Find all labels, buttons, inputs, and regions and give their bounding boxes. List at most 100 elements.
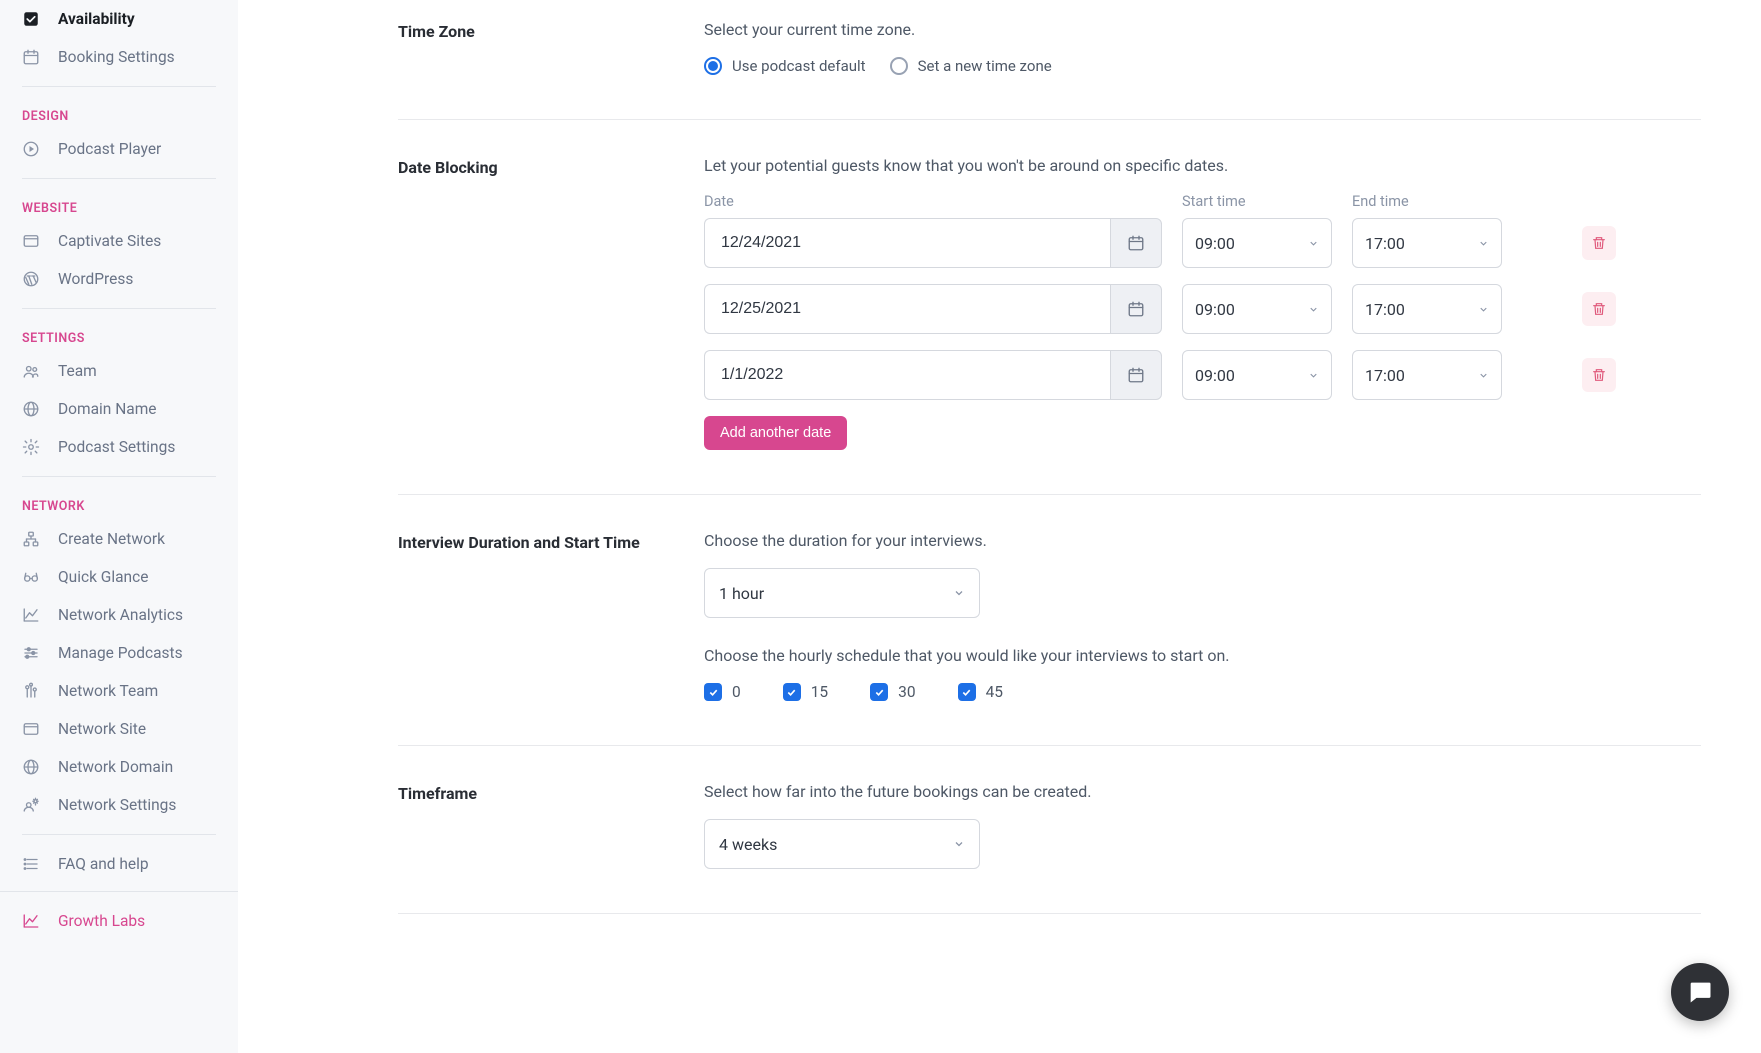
- calendar-icon: [22, 48, 44, 66]
- sidebar-item-label: Availability: [58, 10, 135, 28]
- slot-label: 0: [732, 683, 741, 701]
- sidebar-item-label: Growth Labs: [58, 912, 145, 930]
- end-time-select[interactable]: 17:00: [1352, 350, 1502, 400]
- date-blocking-section: Date Blocking Let your potential guests …: [398, 120, 1701, 495]
- sidebar-divider: [22, 308, 216, 309]
- header-end-time: End time: [1352, 193, 1502, 210]
- gear-icon: [22, 438, 44, 456]
- add-date-button[interactable]: Add another date: [704, 416, 847, 450]
- radio-unchecked-icon: [890, 57, 908, 75]
- timezone-radio-default-label: Use podcast default: [732, 57, 866, 75]
- slot-label: 30: [898, 683, 915, 701]
- sliders-icon: [22, 644, 44, 662]
- chevron-down-icon: [953, 838, 965, 850]
- date-input[interactable]: [704, 350, 1110, 400]
- sidebar-item-label: Network Analytics: [58, 606, 183, 624]
- chart-growth-icon: [22, 912, 44, 930]
- sidebar-item-label: Domain Name: [58, 400, 157, 418]
- sidebar-item-label: Quick Glance: [58, 568, 148, 586]
- date-input[interactable]: [704, 218, 1110, 268]
- checkbox-checked-icon: [958, 683, 976, 701]
- slot-checkbox-30[interactable]: 30: [870, 683, 915, 701]
- delete-date-button[interactable]: [1582, 292, 1616, 326]
- globe-icon: [22, 400, 44, 418]
- slot-checkbox-0[interactable]: 0: [704, 683, 741, 701]
- main-content: Time Zone Select your current time zone.…: [238, 0, 1761, 1053]
- sidebar-item-domain-name[interactable]: Domain Name: [0, 390, 238, 428]
- sidebar-item-network-analytics[interactable]: Network Analytics: [0, 596, 238, 634]
- glasses-icon: [22, 568, 44, 586]
- sidebar-item-manage-podcasts[interactable]: Manage Podcasts: [0, 634, 238, 672]
- people-group-icon: [22, 682, 44, 700]
- calendar-picker-button[interactable]: [1110, 284, 1162, 334]
- slot-label: 45: [986, 683, 1003, 701]
- timezone-radio-default[interactable]: Use podcast default: [704, 57, 866, 75]
- chevron-down-icon: [1308, 238, 1319, 249]
- duration-section: Interview Duration and Start Time Choose…: [398, 495, 1701, 746]
- gear-users-icon: [22, 796, 44, 814]
- start-time-value: 09:00: [1195, 366, 1235, 385]
- sidebar-item-label: WordPress: [58, 270, 133, 288]
- sidebar-item-label: FAQ and help: [58, 855, 149, 873]
- sidebar-item-captivate-sites[interactable]: Captivate Sites: [0, 222, 238, 260]
- radio-checked-icon: [704, 57, 722, 75]
- play-circle-icon: [22, 140, 44, 158]
- chevron-down-icon: [953, 587, 965, 599]
- chart-line-icon: [22, 606, 44, 624]
- sidebar-item-label: Network Team: [58, 682, 158, 700]
- chat-launcher-button[interactable]: [1671, 963, 1729, 1021]
- checkbox-checked-icon: [870, 683, 888, 701]
- timeframe-help: Select how far into the future bookings …: [704, 782, 1701, 801]
- globe-icon: [22, 758, 44, 776]
- sidebar-item-network-team[interactable]: Network Team: [0, 672, 238, 710]
- start-time-value: 09:00: [1195, 300, 1235, 319]
- date-block-row: 09:00 17:00: [704, 218, 1701, 268]
- sidebar-item-growth-labs[interactable]: Growth Labs: [0, 891, 238, 950]
- sidebar-item-quick-glance[interactable]: Quick Glance: [0, 558, 238, 596]
- end-time-value: 17:00: [1365, 234, 1405, 253]
- date-input[interactable]: [704, 284, 1110, 334]
- sidebar-item-podcast-settings[interactable]: Podcast Settings: [0, 428, 238, 466]
- sidebar-item-availability[interactable]: Availability: [0, 0, 238, 38]
- sidebar-item-label: Network Domain: [58, 758, 173, 776]
- sidebar-item-label: Network Settings: [58, 796, 176, 814]
- start-time-select[interactable]: 09:00: [1182, 218, 1332, 268]
- calendar-picker-button[interactable]: [1110, 218, 1162, 268]
- slot-checkbox-45[interactable]: 45: [958, 683, 1003, 701]
- sidebar-item-faq[interactable]: FAQ and help: [0, 845, 238, 883]
- sidebar-divider: [22, 476, 216, 477]
- wordpress-icon: [22, 270, 44, 288]
- timezone-radio-new[interactable]: Set a new time zone: [890, 57, 1052, 75]
- chevron-down-icon: [1478, 304, 1489, 315]
- sidebar-item-team[interactable]: Team: [0, 352, 238, 390]
- sidebar-item-booking-settings[interactable]: Booking Settings: [0, 38, 238, 76]
- header-start-time: Start time: [1182, 193, 1332, 210]
- sidebar-item-label: Podcast Settings: [58, 438, 175, 456]
- sidebar-divider: [22, 834, 216, 835]
- sidebar: AvailabilityBooking SettingsDESIGNPodcas…: [0, 0, 238, 1053]
- delete-date-button[interactable]: [1582, 358, 1616, 392]
- users-icon: [22, 362, 44, 380]
- delete-date-button[interactable]: [1582, 226, 1616, 260]
- window-icon: [22, 232, 44, 250]
- duration-select[interactable]: 1 hour: [704, 568, 980, 618]
- sidebar-section-header: SETTINGS: [0, 319, 238, 352]
- end-time-select[interactable]: 17:00: [1352, 284, 1502, 334]
- sidebar-item-create-network[interactable]: Create Network: [0, 520, 238, 558]
- sidebar-item-network-domain[interactable]: Network Domain: [0, 748, 238, 786]
- slot-checkbox-15[interactable]: 15: [783, 683, 828, 701]
- sidebar-item-label: Captivate Sites: [58, 232, 161, 250]
- start-time-select[interactable]: 09:00: [1182, 284, 1332, 334]
- sidebar-section-header: WEBSITE: [0, 189, 238, 222]
- duration-help1: Choose the duration for your interviews.: [704, 531, 1701, 550]
- calendar-picker-button[interactable]: [1110, 350, 1162, 400]
- sidebar-item-network-settings[interactable]: Network Settings: [0, 786, 238, 824]
- sidebar-item-label: Team: [58, 362, 97, 380]
- end-time-select[interactable]: 17:00: [1352, 218, 1502, 268]
- date-blocking-title: Date Blocking: [398, 156, 704, 450]
- sidebar-item-podcast-player[interactable]: Podcast Player: [0, 130, 238, 168]
- timeframe-select[interactable]: 4 weeks: [704, 819, 980, 869]
- sidebar-item-network-site[interactable]: Network Site: [0, 710, 238, 748]
- start-time-select[interactable]: 09:00: [1182, 350, 1332, 400]
- sidebar-item-wordpress[interactable]: WordPress: [0, 260, 238, 298]
